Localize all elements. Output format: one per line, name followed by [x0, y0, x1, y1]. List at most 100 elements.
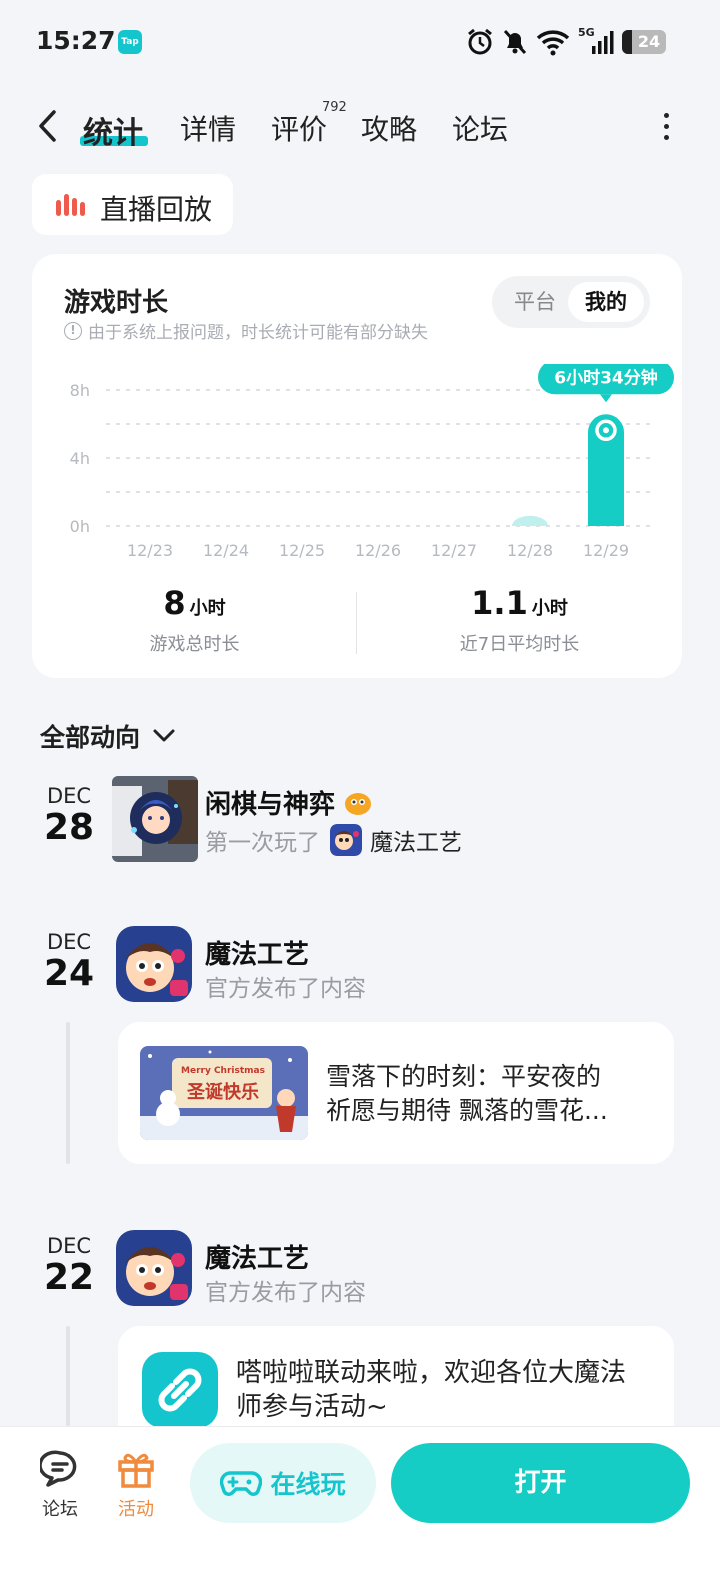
- feed-action-text: 第一次玩了: [205, 830, 320, 856]
- battery-level: 24: [637, 32, 661, 51]
- activity-button[interactable]: 活动: [106, 1449, 166, 1521]
- game-avatar-image: [116, 926, 192, 1002]
- battery-icon: 24: [622, 30, 666, 54]
- activity-label: 活动: [118, 1499, 154, 1520]
- forum-label: 论坛: [42, 1499, 78, 1520]
- post-title-line-2: 师参与活动~: [236, 1392, 388, 1422]
- chart-bar: [512, 515, 548, 526]
- status-bar: 15:27 Tap 5G 24: [0, 0, 720, 84]
- scope-toggle: 平台 我的: [492, 276, 650, 328]
- gamepad-icon: [220, 1471, 263, 1496]
- post-thumbnail: Merry Christmas 圣诞快乐: [140, 1046, 308, 1140]
- bar-marker-dot: [603, 427, 609, 434]
- live-replay-button[interactable]: 直播回放: [32, 174, 233, 235]
- back-icon[interactable]: [30, 106, 64, 146]
- alarm-icon: [468, 28, 492, 55]
- wifi-icon: [536, 30, 570, 56]
- callout-pointer: [600, 394, 612, 403]
- timeline-line: [66, 1326, 70, 1426]
- feed-day: 28: [43, 807, 95, 848]
- user-badge-icon: [345, 792, 372, 815]
- total-value: 8: [163, 584, 186, 622]
- x-tick-label: 12/28: [507, 541, 553, 560]
- average-unit: 小时: [531, 598, 568, 619]
- play-time-note-text: 由于系统上报问题，时长统计可能有部分缺失: [88, 323, 428, 343]
- post-title-line-1: 嗒啦啦联动来啦，欢迎各位大魔法: [236, 1358, 627, 1388]
- more-options-icon[interactable]: [656, 108, 676, 148]
- thumbnail-caption: Merry Christmas: [181, 1066, 265, 1076]
- info-icon: !: [64, 321, 82, 340]
- tap-app-icon: Tap: [118, 30, 142, 54]
- signal-icon: [592, 31, 614, 54]
- play-time-card: 游戏时长 ! 由于系统上报问题，时长统计可能有部分缺失 平台 我的 0h 4h 8h…: [32, 254, 682, 678]
- top-nav: 统计 详情 评价 792 攻略 论坛: [0, 96, 720, 158]
- feed-month: DEC: [46, 1234, 92, 1258]
- x-tick-label: 12/29: [583, 541, 629, 560]
- tab-reviews[interactable]: 评价: [271, 108, 327, 148]
- mute-bell-icon: [503, 29, 527, 55]
- tab-guides[interactable]: 攻略: [361, 108, 417, 148]
- chevron-down-icon: [153, 729, 175, 742]
- total-unit: 小时: [189, 598, 226, 619]
- link-icon: [142, 1352, 218, 1428]
- avatar[interactable]: [116, 926, 192, 1002]
- reviews-count: 792: [322, 100, 347, 115]
- feed-date: DEC 22: [36, 1234, 102, 1296]
- toggle-platform[interactable]: 平台: [500, 282, 570, 322]
- post-card[interactable]: Merry Christmas 圣诞快乐 雪落下的时刻：平安夜的 祈愿与期待 飘…: [118, 1022, 674, 1164]
- avatar[interactable]: [116, 1230, 192, 1306]
- y-tick-label: 8h: [70, 381, 90, 400]
- feed-user-name-text: 闲棋与神弈: [205, 790, 336, 820]
- feed-game-name[interactable]: 魔法工艺: [370, 823, 462, 857]
- play-online-button[interactable]: 在线玩: [190, 1443, 376, 1523]
- status-time: 15:27: [36, 26, 116, 55]
- feed-filter-label: 全部动向: [40, 723, 141, 752]
- live-replay-label: 直播回放: [100, 193, 213, 226]
- feed-date: DEC 28: [36, 784, 102, 846]
- average-play-time: 1.1 小时 近7日平均时长: [357, 584, 682, 656]
- feed-user-name[interactable]: 魔法工艺: [205, 934, 309, 971]
- feed-month: DEC: [46, 784, 92, 808]
- feed-month: DEC: [46, 930, 92, 954]
- total-play-time: 8 小时 游戏总时长: [32, 584, 357, 656]
- user-avatar-image: [112, 776, 198, 862]
- tab-details[interactable]: 详情: [180, 108, 236, 148]
- feed-user-name[interactable]: 闲棋与神弈: [205, 784, 373, 821]
- post-title-line-1: 雪落下的时刻：平安夜的: [326, 1062, 602, 1091]
- post-title-line-2: 祈愿与期待 飘落的雪花...: [326, 1096, 608, 1125]
- feed-action-text: 官方发布了内容: [205, 1280, 366, 1306]
- play-time-chart: 0h 4h 8h 12/23 12/24 12/25 12/26 12/27 12/28 12/2…: [70, 364, 674, 560]
- feed-filter[interactable]: 全部动向: [40, 718, 176, 754]
- open-game-button[interactable]: 打开: [391, 1443, 690, 1523]
- x-tick-label: 12/26: [355, 541, 401, 560]
- tab-stats[interactable]: 统计: [83, 108, 143, 152]
- bottom-action-bar: 论坛 活动 在线玩 打开: [0, 1426, 720, 1584]
- feed-activity: 第一次玩了 魔法工艺: [205, 823, 462, 857]
- feed-day: 24: [43, 953, 95, 994]
- live-bars-icon: [56, 194, 90, 216]
- feed-user-name[interactable]: 魔法工艺: [205, 1238, 309, 1275]
- average-label: 近7日平均时长: [459, 634, 580, 655]
- x-tick-label: 12/25: [279, 541, 325, 560]
- game-avatar-image: [116, 1230, 192, 1306]
- y-tick-label: 0h: [70, 517, 90, 536]
- timeline-line: [66, 1022, 70, 1164]
- play-online-label: 在线玩: [270, 1470, 346, 1499]
- feed-date: DEC 24: [36, 930, 102, 992]
- avatar[interactable]: [112, 776, 198, 862]
- forum-button[interactable]: 论坛: [30, 1449, 90, 1521]
- highlight-label: 6小时34分钟: [554, 367, 658, 388]
- x-tick-label: 12/27: [431, 541, 477, 560]
- forum-icon: [40, 1450, 77, 1487]
- total-label: 游戏总时长: [149, 634, 240, 655]
- feed-day: 22: [43, 1257, 95, 1298]
- play-time-title: 游戏时长: [64, 288, 169, 318]
- tab-forum[interactable]: 论坛: [452, 108, 508, 148]
- play-time-note: ! 由于系统上报问题，时长统计可能有部分缺失: [64, 318, 428, 343]
- x-tick-label: 12/23: [127, 541, 173, 560]
- average-value: 1.1: [471, 584, 528, 622]
- gift-icon: [118, 1453, 154, 1488]
- thumbnail-title: 圣诞快乐: [187, 1082, 259, 1103]
- toggle-mine[interactable]: 我的: [568, 282, 644, 322]
- game-icon: [330, 824, 362, 856]
